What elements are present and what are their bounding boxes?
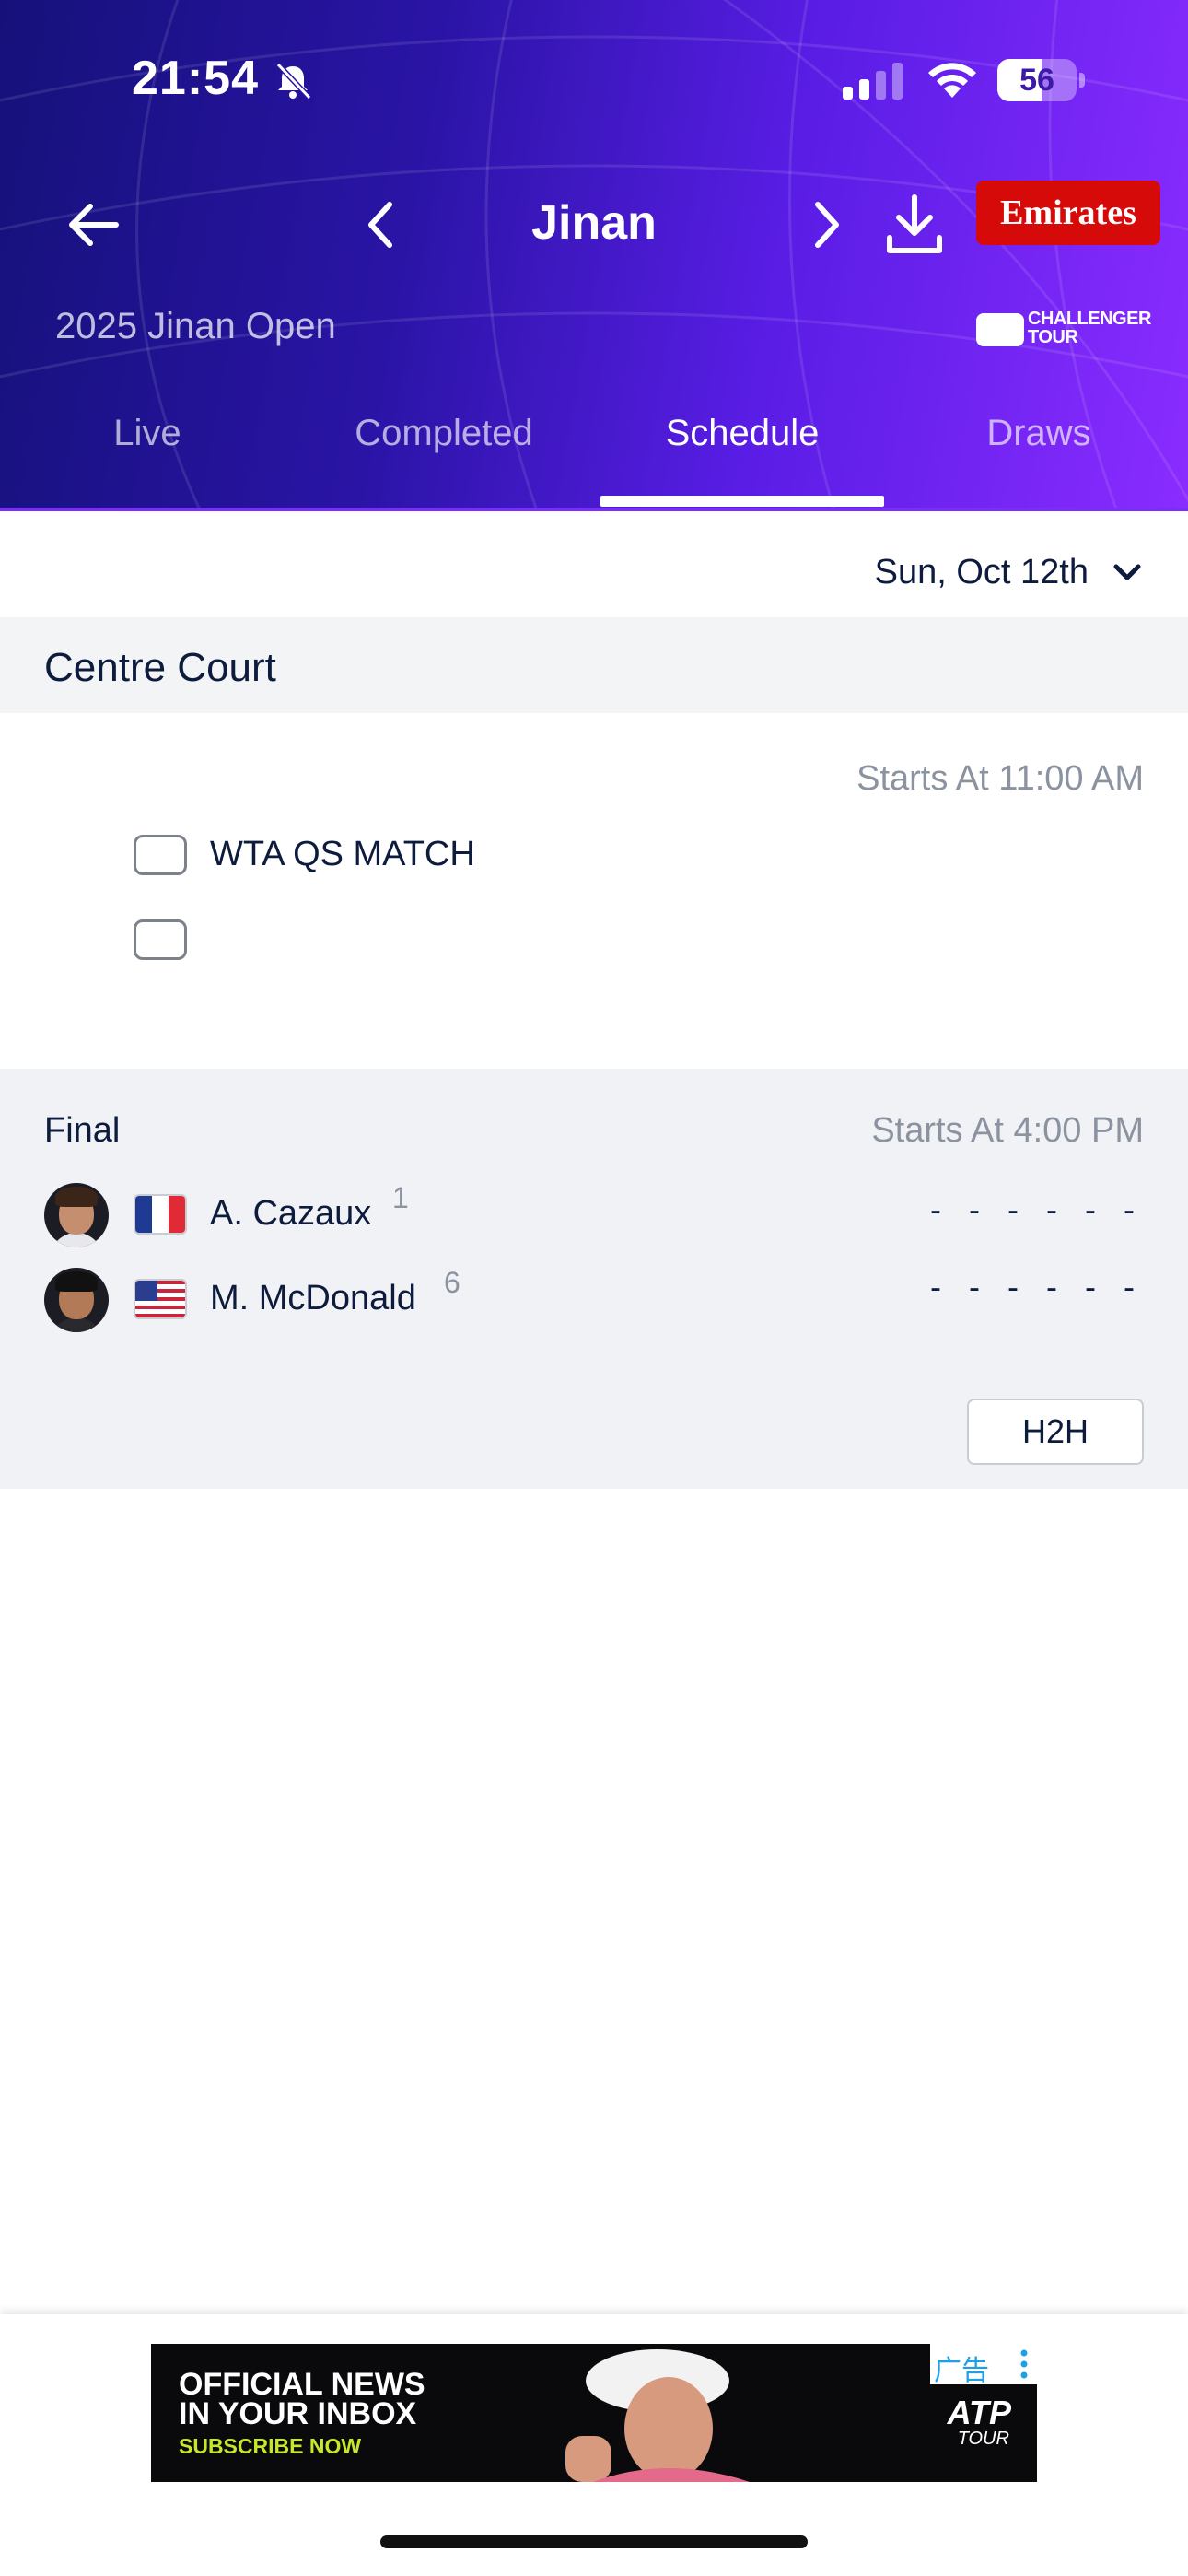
challenger-tour-logo: CHALLENGER TOUR bbox=[976, 310, 1151, 348]
player-seed: 6 bbox=[444, 1266, 460, 1299]
ad-player-image bbox=[565, 2349, 750, 2482]
player-placeholder-box bbox=[134, 919, 187, 960]
player-name: M. McDonald bbox=[210, 1279, 416, 1317]
battery-level: 56 bbox=[1019, 63, 1054, 98]
player-avatar bbox=[44, 1183, 109, 1247]
status-time: 21:54 bbox=[132, 52, 259, 105]
more-options-icon bbox=[1020, 2349, 1028, 2379]
active-tab-indicator bbox=[600, 496, 884, 507]
signal-icon bbox=[843, 63, 903, 100]
player-score: - - - - - - bbox=[930, 1268, 1144, 1306]
date-selector-row: Sun, Oct 12th bbox=[0, 521, 1188, 617]
player-row[interactable]: M. McDonald 6 - - - - - - bbox=[0, 1266, 1188, 1341]
tab-live[interactable]: Live bbox=[37, 405, 258, 509]
date-selector[interactable]: Sun, Oct 12th bbox=[875, 549, 1144, 595]
player-avatar bbox=[44, 1268, 109, 1332]
tab-schedule[interactable]: Schedule bbox=[632, 405, 853, 509]
player-row[interactable]: A. Cazaux 1 - - - - - - bbox=[0, 1181, 1188, 1257]
court-name: Centre Court bbox=[44, 645, 276, 690]
match-card[interactable]: Final Starts At 4:00 PM A. Cazaux 1 - - … bbox=[0, 1069, 1188, 1489]
ad-badge[interactable]: 广告 bbox=[930, 2344, 1037, 2386]
tour-logo-text-2: TOUR bbox=[1028, 327, 1078, 347]
chevron-left-icon[interactable] bbox=[362, 197, 399, 252]
ad-headline-1: OFFICIAL NEWS bbox=[179, 2367, 425, 2402]
page-title: Jinan bbox=[531, 196, 657, 250]
match-card[interactable]: Starts At 11:00 AM WTA QS MATCH bbox=[0, 713, 1188, 1069]
match-label: WTA QS MATCH bbox=[210, 835, 475, 873]
court-header: Centre Court bbox=[0, 617, 1188, 713]
battery-icon: 56 bbox=[997, 59, 1086, 101]
back-arrow-icon[interactable] bbox=[61, 197, 125, 252]
header-divider bbox=[0, 508, 1188, 511]
ad-banner[interactable]: OFFICIAL NEWS IN YOUR INBOX SUBSCRIBE NO… bbox=[151, 2344, 1037, 2482]
chevron-down-icon bbox=[1113, 564, 1141, 580]
match-round: Final bbox=[44, 1111, 121, 1150]
tournament-header: 21:54 56 Jinan Emirates 2025 Jinan Open … bbox=[0, 0, 1188, 511]
download-icon[interactable] bbox=[882, 192, 947, 258]
ad-badge-label: 广告 bbox=[934, 2356, 989, 2386]
tab-bar: Live Completed Schedule Draws bbox=[0, 405, 1188, 509]
schedule-screen: 21:54 56 Jinan Emirates 2025 Jinan Open … bbox=[0, 0, 1188, 2576]
ad-brand: ATP bbox=[947, 2394, 1011, 2431]
tab-draws[interactable]: Draws bbox=[928, 405, 1149, 509]
usa-flag-icon bbox=[134, 1279, 187, 1319]
bell-slash-icon bbox=[275, 62, 312, 100]
sponsor-logo[interactable]: Emirates bbox=[976, 181, 1160, 245]
match-start-time: Starts At 11:00 AM bbox=[856, 759, 1144, 798]
tournament-name: 2025 Jinan Open bbox=[55, 306, 336, 346]
player-name: A. Cazaux bbox=[210, 1194, 372, 1233]
match-start-time: Starts At 4:00 PM bbox=[871, 1111, 1144, 1150]
h2h-button[interactable]: H2H bbox=[967, 1399, 1144, 1465]
ad-cta: SUBSCRIBE NOW bbox=[179, 2434, 362, 2458]
ad-brand-sub: TOUR bbox=[957, 2429, 1009, 2449]
france-flag-icon bbox=[134, 1194, 187, 1235]
player-seed: 1 bbox=[392, 1181, 409, 1214]
player-placeholder-box bbox=[134, 835, 187, 875]
tour-logo-text-1: CHALLENGER bbox=[1028, 309, 1151, 329]
home-indicator bbox=[380, 2535, 808, 2548]
wifi-icon bbox=[928, 63, 976, 98]
date-selector-value: Sun, Oct 12th bbox=[874, 552, 1089, 591]
chevron-right-icon[interactable] bbox=[809, 197, 845, 252]
ad-container: OFFICIAL NEWS IN YOUR INBOX SUBSCRIBE NO… bbox=[0, 2314, 1188, 2576]
ad-headline-2: IN YOUR INBOX bbox=[179, 2396, 417, 2431]
tab-completed[interactable]: Completed bbox=[333, 405, 554, 509]
player-score: - - - - - - bbox=[930, 1190, 1144, 1228]
